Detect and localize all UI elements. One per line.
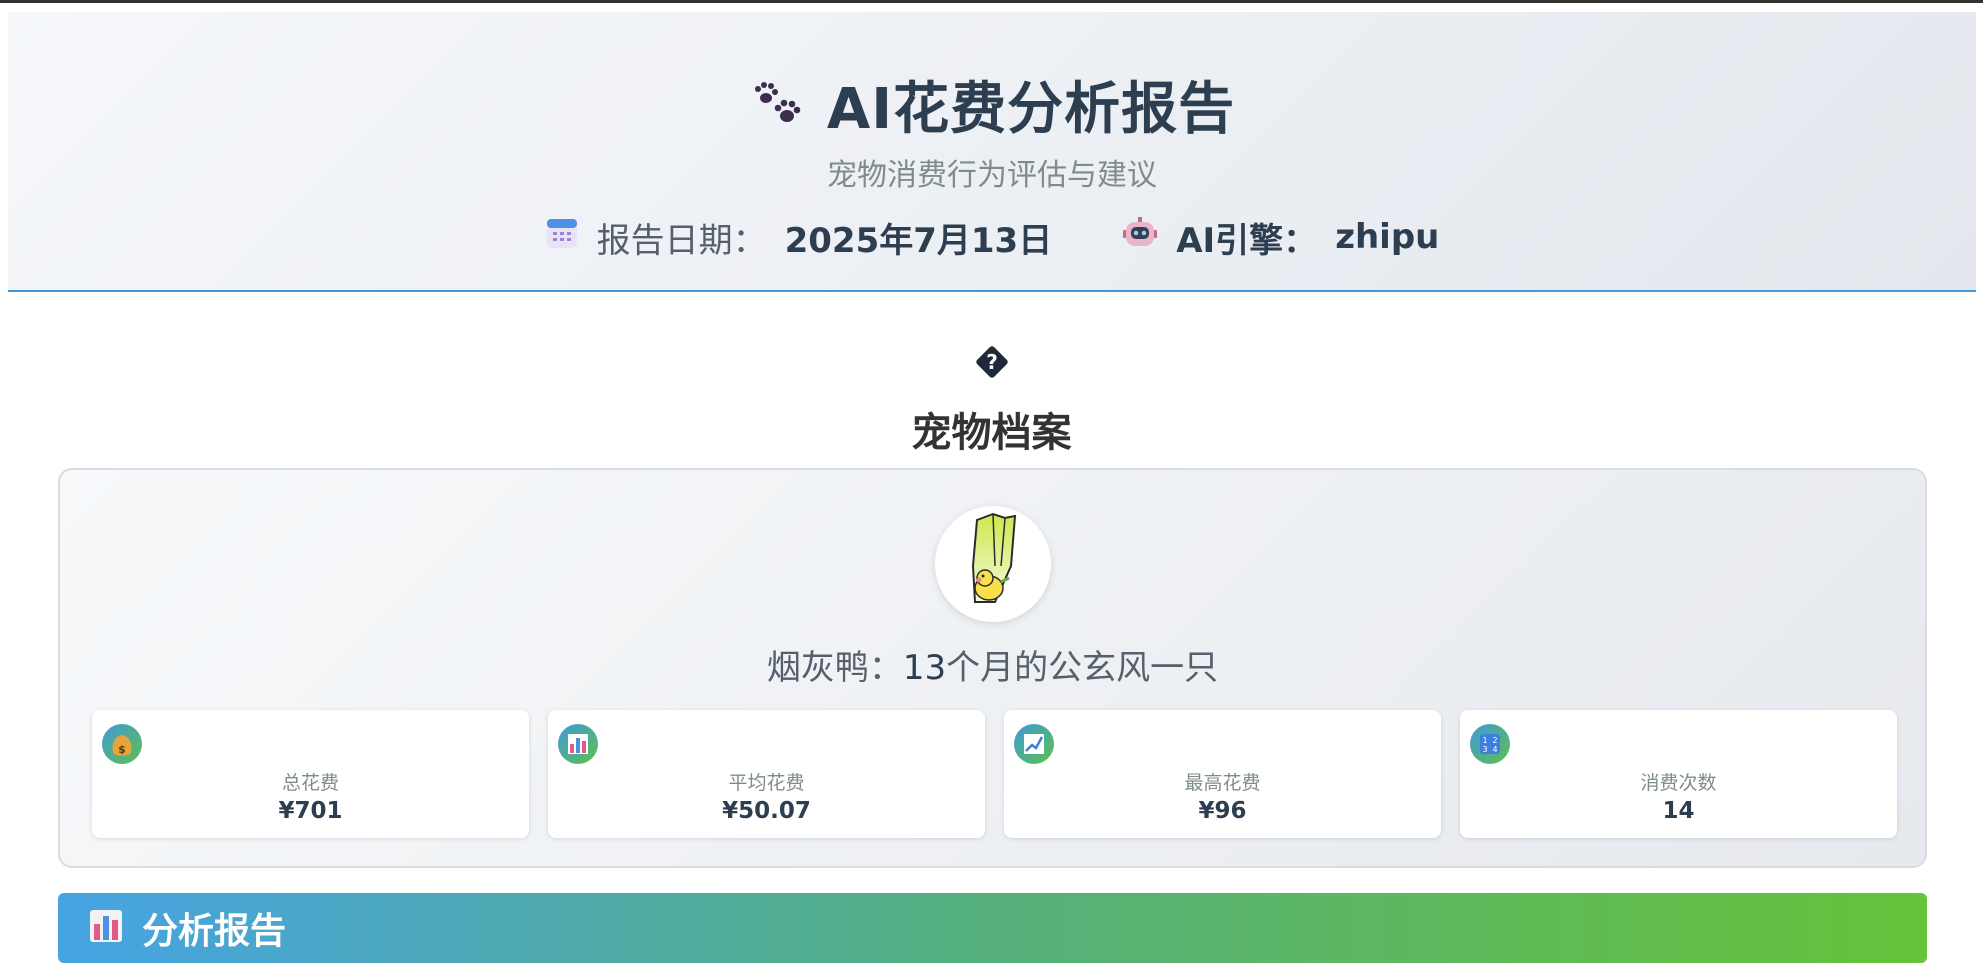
robot-icon bbox=[1122, 215, 1158, 260]
report-date: 报告日期： 2025年7月13日 bbox=[545, 213, 1053, 262]
paw-prints-icon bbox=[749, 76, 805, 132]
page-subtitle: 宠物消费行为评估与建议 bbox=[827, 158, 1157, 193]
report-header: AI花费分析报告 宠物消费行为评估与建议 报告日期： 2025年7月13日 AI… bbox=[8, 12, 1976, 292]
svg-text:4: 4 bbox=[1492, 745, 1497, 754]
question-diamond-icon: ? bbox=[972, 342, 1012, 382]
title-row: AI花费分析报告 bbox=[8, 64, 1976, 144]
stat-value: ¥50.07 bbox=[722, 798, 811, 824]
stat-label: 总花费 bbox=[281, 772, 339, 794]
ai-engine-label: AI引擎： bbox=[1176, 220, 1318, 261]
stat-card-count: 1 2 3 4 消费次数 14 bbox=[1460, 710, 1897, 838]
report-meta: 报告日期： 2025年7月13日 AI引擎： zhipu bbox=[8, 212, 1976, 262]
bar-chart-icon bbox=[558, 724, 598, 764]
stat-label: 平均花费 bbox=[728, 772, 805, 794]
analysis-report-title: 分析报告 bbox=[142, 911, 287, 952]
stat-label: 最高花费 bbox=[1184, 772, 1261, 794]
pet-age: 13 bbox=[902, 648, 947, 688]
ai-engine-value: zhipu bbox=[1335, 217, 1440, 257]
svg-text:3: 3 bbox=[1482, 745, 1487, 754]
report-date-value: 2025年7月13日 bbox=[784, 220, 1053, 261]
stat-label: 消费次数 bbox=[1640, 772, 1717, 794]
report-date-label: 报告日期： bbox=[596, 220, 767, 261]
stat-value: 14 bbox=[1662, 798, 1695, 824]
analysis-report-header: 分析报告 bbox=[58, 893, 1927, 963]
svg-text:?: ? bbox=[986, 350, 998, 374]
svg-text:1: 1 bbox=[1482, 736, 1487, 745]
pet-name: 烟灰鸭： bbox=[766, 648, 903, 688]
pet-profile-card: 烟灰鸭：13个月的公玄风一只 $ 总花费 ¥701 平均花费 ¥50.07 最高… bbox=[58, 468, 1927, 868]
bar-chart-icon bbox=[88, 908, 124, 948]
pet-avatar bbox=[935, 506, 1051, 622]
pet-description: 烟灰鸭：13个月的公玄风一只 bbox=[60, 640, 1925, 689]
top-border bbox=[0, 0, 1983, 3]
stat-card-average: 平均花费 ¥50.07 bbox=[548, 710, 985, 838]
calendar-icon bbox=[545, 216, 579, 259]
ai-engine: AI引擎： zhipu bbox=[1122, 213, 1439, 262]
stat-value: ¥701 bbox=[278, 798, 343, 824]
stat-card-max: 最高花费 ¥96 bbox=[1004, 710, 1441, 838]
stat-card-total: $ 总花费 ¥701 bbox=[92, 710, 529, 838]
numbers-1234-icon: 1 2 3 4 bbox=[1470, 724, 1510, 764]
pet-detail: 个月的公玄风一只 bbox=[946, 648, 1219, 688]
chart-increasing-icon bbox=[1014, 724, 1054, 764]
svg-text:2: 2 bbox=[1492, 736, 1497, 745]
svg-text:$: $ bbox=[118, 743, 126, 756]
page-title: AI花费分析报告 bbox=[826, 76, 1236, 142]
profile-section-title: 宠物档案 bbox=[911, 410, 1072, 456]
money-bag-icon: $ bbox=[102, 724, 142, 764]
stats-row: $ 总花费 ¥701 平均花费 ¥50.07 最高花费 ¥96 1 2 3 4 … bbox=[92, 710, 1897, 838]
stat-value: ¥96 bbox=[1198, 798, 1247, 824]
